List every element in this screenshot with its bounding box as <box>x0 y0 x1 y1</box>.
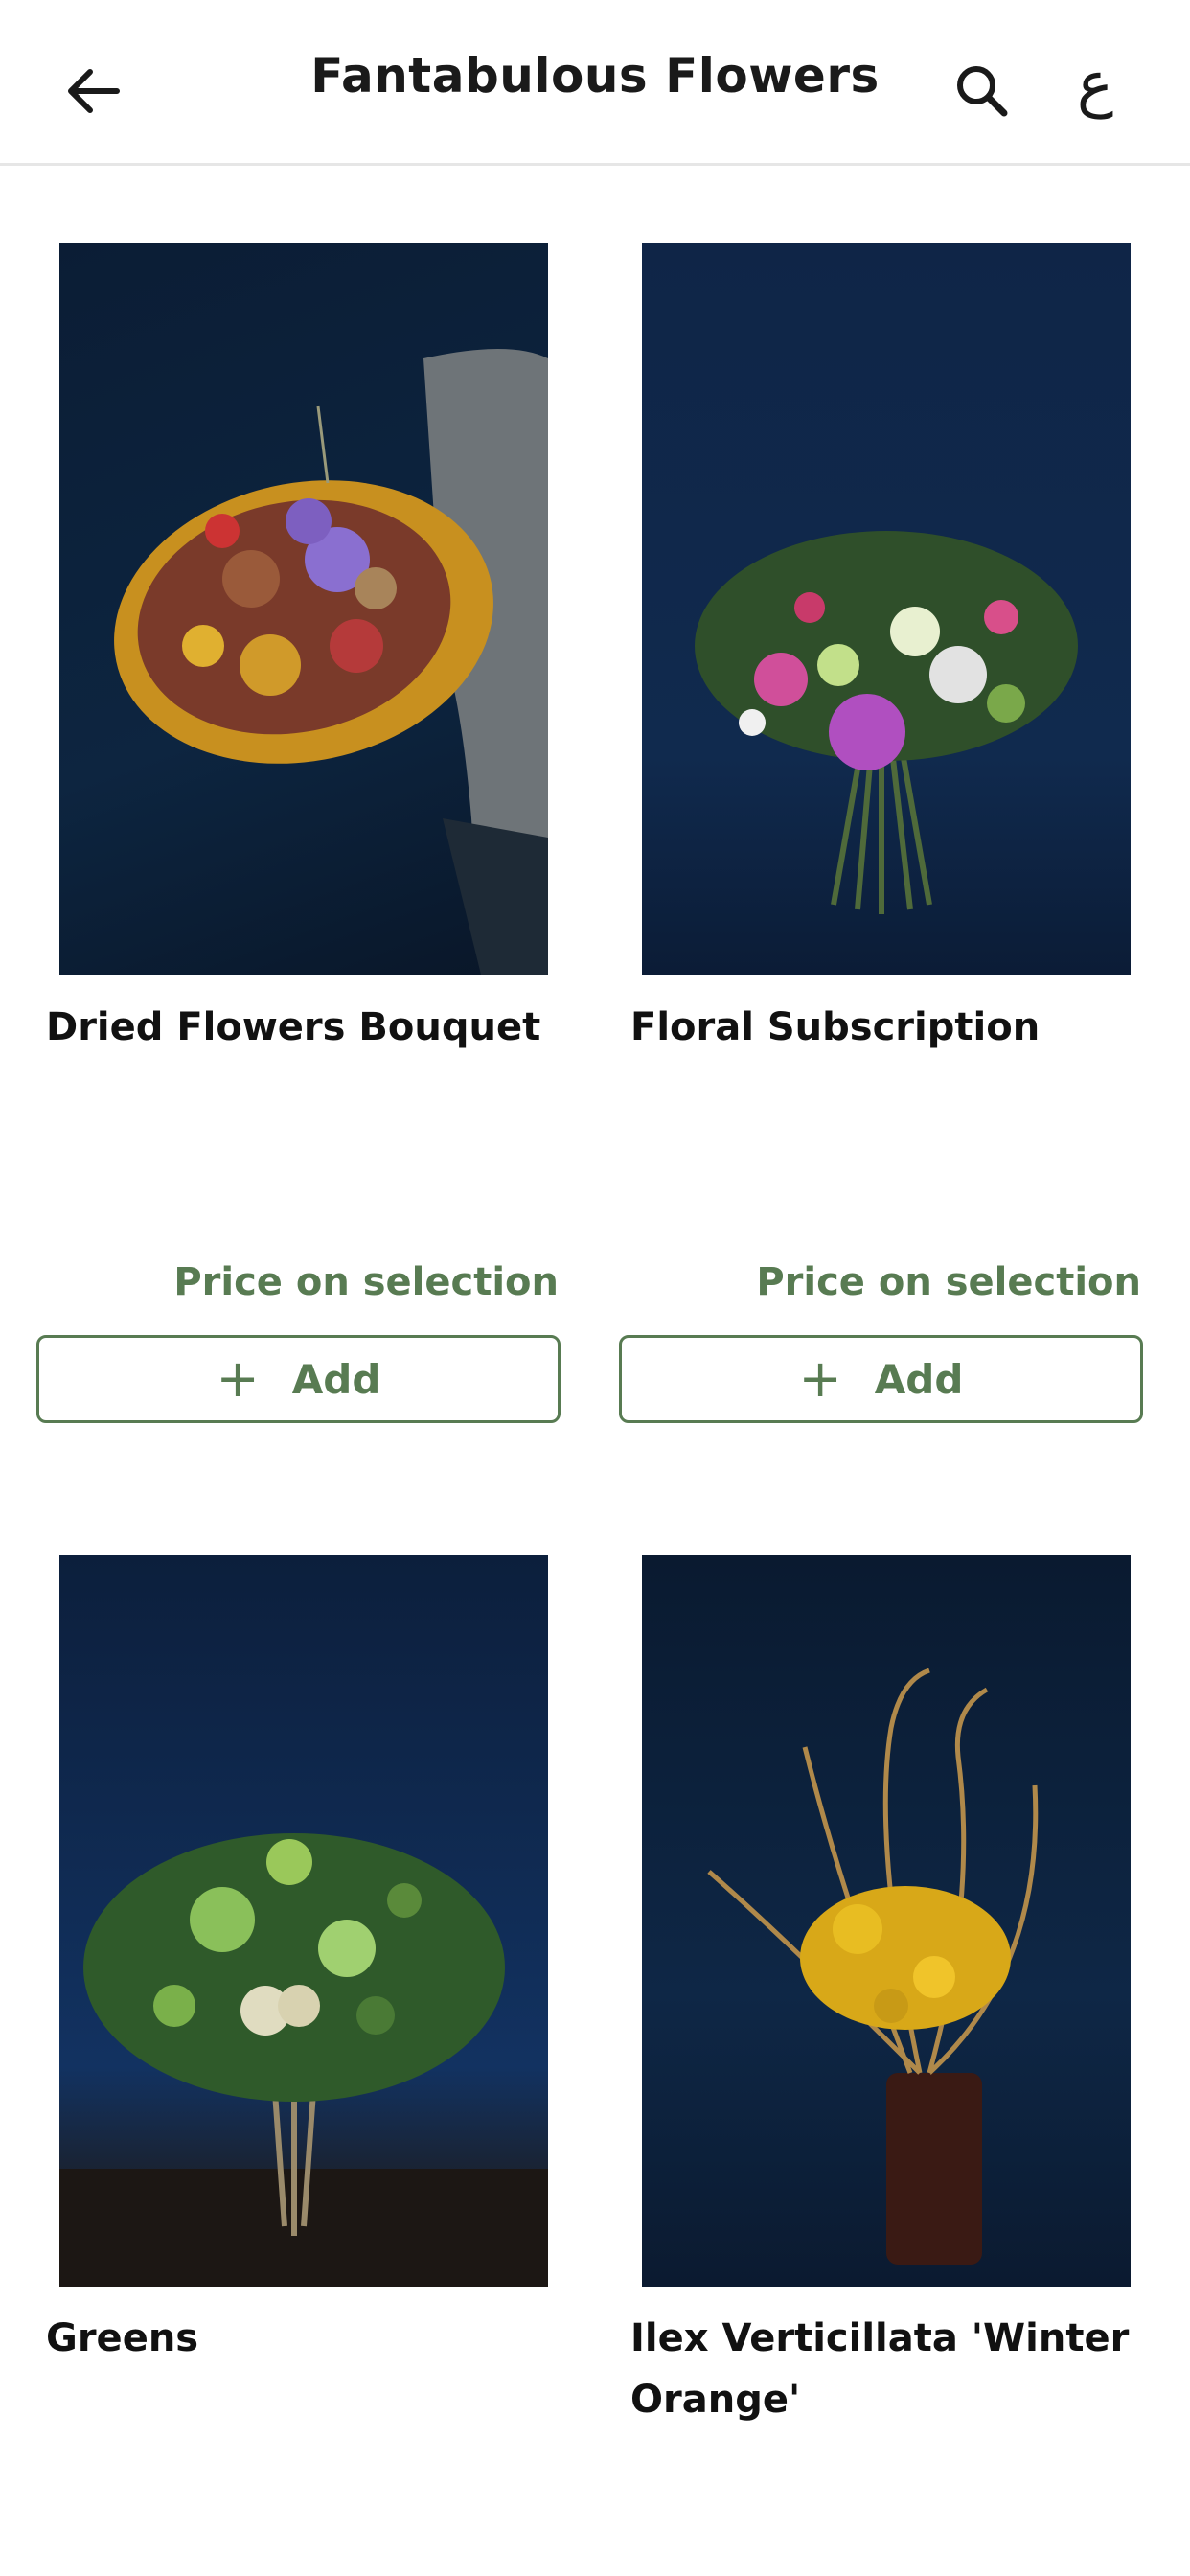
product-price: Price on selection <box>756 1260 1141 1304</box>
plus-icon: + <box>216 1348 260 1409</box>
product-name[interactable]: Dried Flowers Bouquet <box>46 997 583 1058</box>
add-to-cart-button[interactable]: + Add <box>619 1335 1143 1423</box>
product-image[interactable] <box>642 243 1131 975</box>
product-name[interactable]: Floral Subscription <box>630 997 1167 1058</box>
product-image[interactable] <box>59 1555 548 2287</box>
app-header: Fantabulous Flowers ع <box>0 0 1190 166</box>
product-image[interactable] <box>642 1555 1131 2287</box>
add-button-label: Add <box>291 1355 381 1403</box>
search-icon <box>957 66 1008 117</box>
search-button[interactable] <box>949 58 1016 125</box>
add-button-label: Add <box>874 1355 964 1403</box>
plus-icon: + <box>798 1348 842 1409</box>
product-name[interactable]: Greens <box>46 2308 583 2369</box>
language-toggle-button[interactable]: ع <box>1062 46 1129 123</box>
product-name[interactable]: Ilex Verticillata 'Winter Orange' <box>630 2308 1167 2430</box>
product-image[interactable] <box>59 243 548 975</box>
product-price: Price on selection <box>173 1260 559 1304</box>
add-to-cart-button[interactable]: + Add <box>36 1335 561 1423</box>
